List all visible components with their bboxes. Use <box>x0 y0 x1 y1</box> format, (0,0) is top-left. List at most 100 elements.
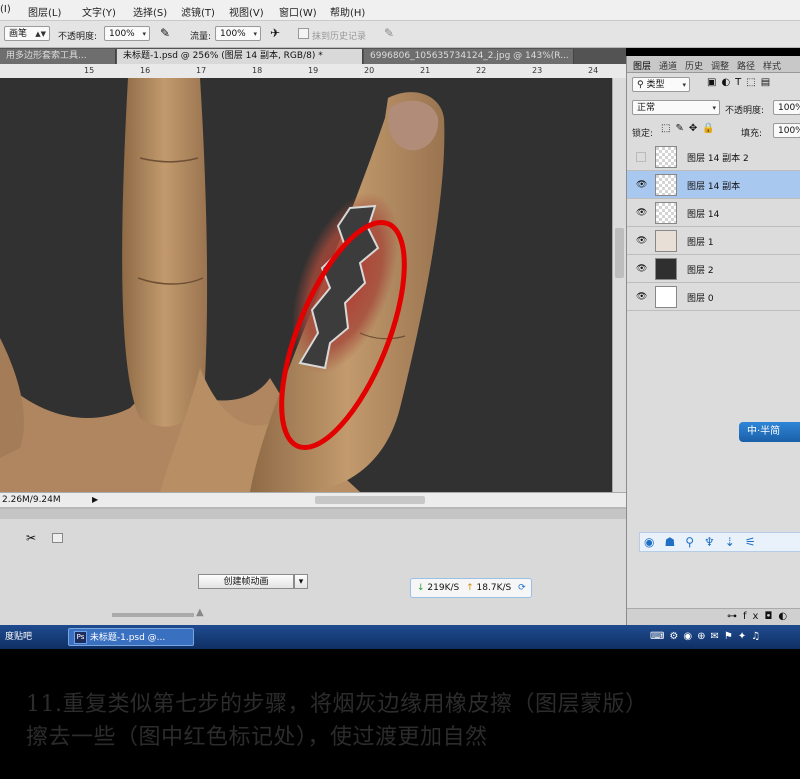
fill-label: 填充: <box>741 129 763 139</box>
eye-icon[interactable]: 👁 <box>636 264 647 274</box>
layer-thumbnail <box>655 146 677 168</box>
layer-name: 图层 14 副本 <box>687 182 741 192</box>
layer-name: 图层 0 <box>687 294 714 304</box>
tab-untitled-psd[interactable]: 未标题-1.psd @ 256% (图层 14 副本, RGB/8) * <box>117 49 363 64</box>
pressure-size-icon[interactable]: ✎ <box>384 26 394 40</box>
visibility-off-icon[interactable] <box>636 152 646 162</box>
tab-history[interactable]: 历史 <box>685 59 703 72</box>
taskbar-item-tieba[interactable]: 度贴吧 <box>0 628 62 646</box>
tab-jpg-doc[interactable]: 6996806_105635734124_2.jpg @ 143%(R... <box>364 49 574 64</box>
middle-finger <box>122 78 208 427</box>
tab-channels[interactable]: 通道 <box>659 59 677 72</box>
ruler-tick: 15 <box>84 66 95 75</box>
layer-footer-icons[interactable]: ⊶fx◘◐ <box>627 608 800 625</box>
eye-icon[interactable]: 👁 <box>636 180 647 190</box>
layer-opacity-input[interactable]: 100% <box>773 100 800 115</box>
layer-thumbnail <box>655 202 677 224</box>
flow-input[interactable]: 100% ▾ <box>215 26 261 41</box>
layer-name: 图层 1 <box>687 238 714 248</box>
tab-adjustments[interactable]: 调整 <box>711 59 729 72</box>
layer-row[interactable]: 图层 14 副本 2 <box>627 143 800 171</box>
layer-name: 图层 14 <box>687 210 720 220</box>
upload-speed: 18.7K/S <box>476 583 512 593</box>
tray-icons[interactable]: ⌨⚙◉⊕✉⚑✦♫ <box>650 631 765 642</box>
layer-row[interactable]: 👁 图层 2 <box>627 255 800 283</box>
menu-image[interactable]: (I) <box>0 4 11 15</box>
menu-filter[interactable]: 滤镜(T) <box>181 4 215 19</box>
left-finger <box>0 338 24 458</box>
layer-row[interactable]: 👁 图层 14 <box>627 199 800 227</box>
menu-layer[interactable]: 图层(L) <box>28 4 61 19</box>
tab-layers[interactable]: 图层 <box>633 59 651 72</box>
ime-toolbar[interactable]: ◉☗⚲♆⇣⚟ <box>639 532 800 552</box>
download-arrow-icon: ↓ <box>417 583 425 593</box>
chevron-down-icon: ▾ <box>712 104 716 112</box>
mountain-large-icon: ▲ <box>196 607 204 618</box>
history-checkbox[interactable] <box>298 28 309 39</box>
layer-row[interactable]: 👁 图层 0 <box>627 283 800 311</box>
ruler-tick: 22 <box>476 66 487 75</box>
blend-mode-select[interactable]: 正常 ▾ <box>632 100 720 115</box>
doc-size: 2.26M/9.24M <box>2 495 61 505</box>
layer-thumbnail <box>655 174 677 196</box>
opacity-input[interactable]: 100% ▾ <box>104 26 150 41</box>
transition-icon[interactable] <box>52 533 63 543</box>
zoom-slider[interactable] <box>112 613 194 617</box>
fill-input[interactable]: 100% <box>773 123 800 138</box>
download-speed: 219K/S <box>427 583 460 593</box>
create-animation-dropdown[interactable]: ▾ <box>294 574 308 589</box>
eye-icon[interactable]: 👁 <box>636 292 647 302</box>
menu-select[interactable]: 选择(S) <box>133 4 167 19</box>
layer-row[interactable]: 👁 图层 1 <box>627 227 800 255</box>
flow-value: 100% <box>220 29 246 39</box>
filter-icons[interactable]: ▣◐T⬚▤ <box>707 77 775 88</box>
status-arrow-icon[interactable]: ▶ <box>92 495 98 504</box>
menu-help[interactable]: 帮助(H) <box>330 4 365 19</box>
menu-type[interactable]: 文字(Y) <box>82 4 116 19</box>
lock-icons[interactable]: ⬚✎✥🔒 <box>661 123 720 134</box>
layer-name: 图层 2 <box>687 266 714 276</box>
tutorial-caption: 11.重复类似第七步的步骤，将烟灰边缘用橡皮擦（图层蒙版） 擦去一些（图中红色标… <box>0 649 800 779</box>
ruler-tick: 20 <box>364 66 375 75</box>
pressure-opacity-icon[interactable]: ✎ <box>160 26 170 40</box>
horizontal-ruler: 15 16 17 18 19 20 21 22 23 24 <box>0 64 626 79</box>
eye-icon[interactable]: 👁 <box>636 236 647 246</box>
layer-row-selected[interactable]: 👁 图层 14 副本 <box>627 171 800 199</box>
status-bar: 2.26M/9.24M ▶ <box>0 492 626 508</box>
tab-styles[interactable]: 样式 <box>763 59 781 72</box>
document-canvas[interactable] <box>0 78 612 492</box>
tab-paths[interactable]: 路径 <box>737 59 755 72</box>
layer-filter-value: 类型 <box>646 80 665 90</box>
create-frame-animation-button[interactable]: 创建帧动画 <box>198 574 294 589</box>
search-icon: ⚲ <box>637 80 644 90</box>
ruler-tick: 18 <box>252 66 263 75</box>
mode-select[interactable]: 画笔 ▲▼ <box>4 26 50 41</box>
history-label: 抹到历史记录 <box>312 32 367 42</box>
timeline-panel: ✂ 创建帧动画 ▾ ↓ 219K/S ↑ 18.7K/S ⟳ ▲ <box>0 507 626 627</box>
chevron-down-icon: ▾ <box>682 81 686 89</box>
horizontal-scroll-thumb[interactable] <box>315 496 425 504</box>
taskbar-item-photoshop[interactable]: Ps 未标题-1.psd @... <box>68 628 194 646</box>
layer-name: 图层 14 副本 2 <box>687 154 749 164</box>
timeline-header <box>0 509 626 519</box>
menu-window[interactable]: 窗口(W) <box>279 4 317 19</box>
eye-icon[interactable]: 👁 <box>636 208 647 218</box>
ruler-tick: 21 <box>420 66 431 75</box>
flow-label: 流量: <box>190 32 212 42</box>
photoshop-app-icon: Ps <box>74 631 87 644</box>
scroll-thumb[interactable] <box>615 228 624 278</box>
airbrush-icon[interactable]: ✈ <box>270 26 280 40</box>
refresh-icon[interactable]: ⟳ <box>518 583 526 593</box>
upload-arrow-icon: ↑ <box>466 583 474 593</box>
fill-value: 100% <box>778 126 800 136</box>
panel-tab-strip: 图层 通道 历史 调整 路径 样式 <box>627 56 800 73</box>
canvas-vertical-scrollbar[interactable] <box>612 78 627 492</box>
ime-status-bar[interactable]: 中·半简 <box>739 422 800 442</box>
options-bar: 画笔 ▲▼ 不透明度: 100% ▾ ✎ 流量: 100% ▾ ✈ 抹到历史记录… <box>0 21 800 48</box>
layer-filter-select[interactable]: ⚲ 类型 ▾ <box>632 77 690 92</box>
menu-view[interactable]: 视图(V) <box>229 4 264 19</box>
chevron-down-icon: ▲▼ <box>35 30 46 38</box>
scissors-icon[interactable]: ✂ <box>26 531 36 545</box>
network-speed-widget: ↓ 219K/S ↑ 18.7K/S ⟳ <box>410 578 532 598</box>
tab-lasso-doc[interactable]: 用多边形套索工具... <box>0 49 116 64</box>
